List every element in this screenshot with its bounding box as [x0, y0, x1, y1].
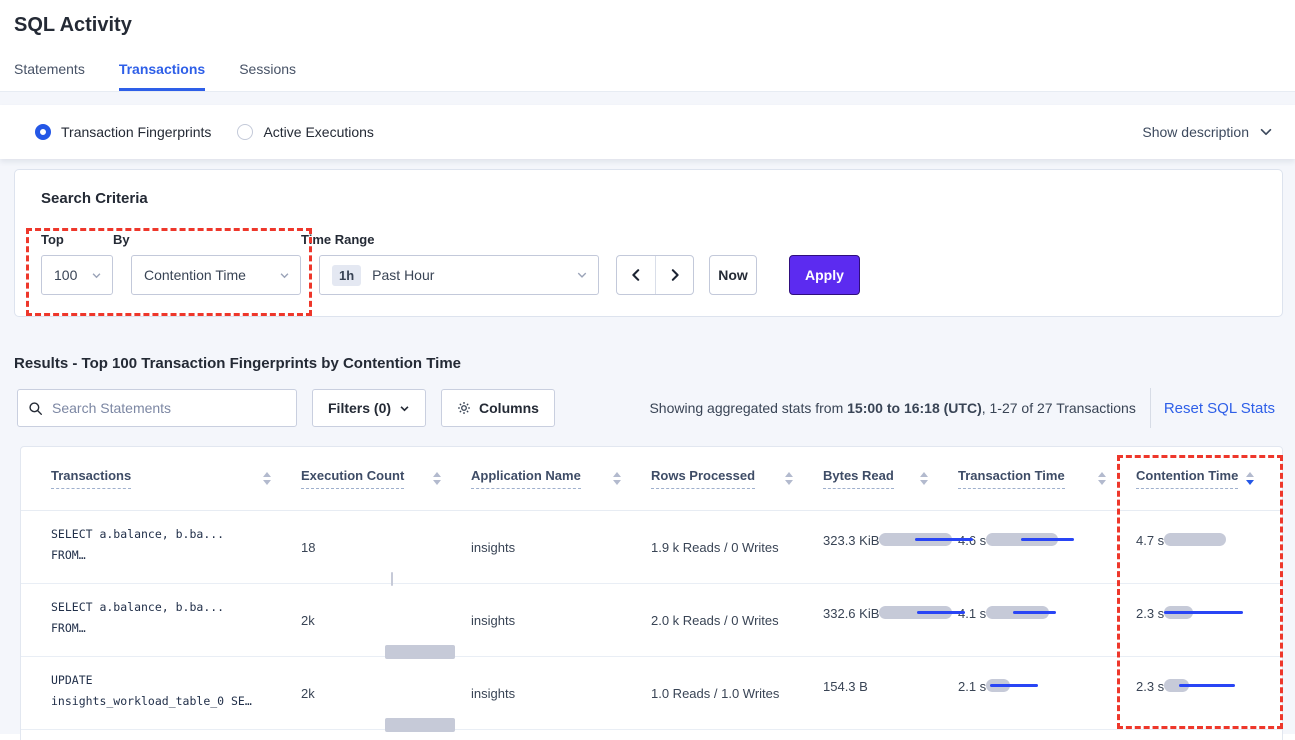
table-row: UPDATEinsights_workload_table_0 SE… 2k i… — [21, 657, 1282, 730]
by-select[interactable]: Contention Time — [131, 255, 301, 295]
now-button[interactable]: Now — [709, 255, 757, 295]
time-range-field: Time Range 1h Past Hour — [301, 232, 599, 295]
transaction-fingerprint-link[interactable]: UPDATEinsights_workload_table_0 SE… — [51, 657, 301, 729]
sort-icon[interactable] — [613, 472, 621, 485]
tab-bar: Statements Transactions Sessions — [0, 61, 1295, 92]
search-criteria-panel: Search Criteria Top 100 By Contention Ti… — [14, 169, 1283, 317]
by-field: By Contention Time — [113, 232, 301, 295]
sort-icon[interactable] — [433, 472, 441, 485]
tab-sessions[interactable]: Sessions — [239, 61, 296, 91]
bytes-read-cell: 323.3 KiB — [823, 511, 958, 583]
results-heading: Results - Top 100 Transaction Fingerprin… — [14, 355, 1295, 372]
apply-button[interactable]: Apply — [789, 255, 860, 295]
time-range-badge: 1h — [332, 265, 361, 286]
contention-time-cell: 4.7 s — [1136, 511, 1283, 583]
show-description-toggle[interactable]: Show description — [1142, 124, 1273, 140]
aggregated-stats-text: Showing aggregated stats from 15:00 to 1… — [649, 400, 1135, 416]
search-criteria-title: Search Criteria — [41, 190, 1256, 207]
radio-active-executions[interactable]: Active Executions — [237, 124, 374, 140]
column-header-transaction-time[interactable]: Transaction Time — [958, 468, 1136, 489]
table-row: SELECT a.balance, b.ba...FROM… 2k insigh… — [21, 584, 1282, 657]
reset-sql-stats-link[interactable]: Reset SQL Stats — [1164, 400, 1283, 417]
view-radio-group: Transaction Fingerprints Active Executio… — [35, 124, 374, 140]
contention-time-cell: 2.3 s — [1136, 584, 1283, 656]
rows-processed-cell: 1.0 Reads / 1.0 Writes — [651, 657, 823, 729]
top-select[interactable]: 100 — [41, 255, 113, 295]
execution-count-cell: 18 — [301, 511, 471, 583]
top-label: Top — [41, 232, 113, 247]
gear-icon — [457, 401, 471, 415]
chevron-down-icon — [576, 269, 588, 281]
transaction-time-cell: 2.1 s — [958, 657, 1136, 729]
rows-processed-cell: 2.0 k Reads / 0 Writes — [651, 584, 823, 656]
view-toggle-bar: Transaction Fingerprints Active Executio… — [0, 105, 1295, 159]
transaction-time-cell: 4.6 s — [958, 511, 1136, 583]
top-field: Top 100 — [41, 232, 113, 295]
previous-time-button[interactable] — [617, 256, 655, 294]
sort-icon[interactable] — [263, 472, 271, 485]
columns-button-label: Columns — [479, 400, 539, 416]
content-area: Transaction Fingerprints Active Executio… — [0, 92, 1295, 734]
filters-button[interactable]: Filters (0) — [312, 389, 426, 427]
search-statements-input[interactable] — [52, 400, 286, 416]
chevron-down-icon — [91, 270, 102, 281]
top-select-value: 100 — [54, 267, 77, 283]
column-header-execution-count[interactable]: Execution Count — [301, 468, 471, 489]
time-range-select[interactable]: 1h Past Hour — [319, 255, 599, 295]
execution-count-cell: 2k — [301, 584, 471, 656]
by-select-value: Contention Time — [144, 267, 246, 283]
transaction-time-cell: 4.1 s — [958, 584, 1136, 656]
tab-statements[interactable]: Statements — [14, 61, 85, 91]
execution-count-bar — [385, 718, 515, 731]
execution-count-cell: 2k — [301, 657, 471, 729]
transaction-fingerprint-link[interactable]: SELECT a.balance, b.ba...FROM… — [51, 511, 301, 583]
radio-label: Active Executions — [263, 124, 374, 140]
filters-button-label: Filters (0) — [328, 400, 391, 416]
table-row: SELECT a.balance, b.ba...FROM… 18 insigh… — [21, 511, 1282, 584]
contention-time-cell: 2.3 s — [1136, 657, 1283, 729]
search-icon — [28, 401, 43, 416]
transaction-fingerprint-link[interactable]: SELECT a.balance, b.ba...FROM… — [51, 584, 301, 656]
show-description-label: Show description — [1142, 124, 1249, 140]
tab-transactions[interactable]: Transactions — [119, 61, 205, 91]
column-header-bytes-read[interactable]: Bytes Read — [823, 468, 958, 489]
radio-label: Transaction Fingerprints — [61, 124, 211, 140]
sort-icon[interactable] — [1098, 472, 1106, 485]
sort-icon-active-desc[interactable] — [1246, 472, 1254, 485]
stats-time-range: 15:00 to 16:18 (UTC) — [847, 400, 982, 416]
search-statements-box[interactable] — [17, 389, 297, 427]
sort-icon[interactable] — [785, 472, 793, 485]
chevron-down-icon — [1259, 125, 1273, 139]
column-header-rows-processed[interactable]: Rows Processed — [651, 468, 823, 489]
results-toolbar: Filters (0) Columns Showing aggregated s… — [17, 388, 1283, 428]
transactions-table: Transactions Execution Count Application… — [20, 446, 1283, 740]
radio-unselected-icon[interactable] — [237, 124, 253, 140]
by-label: By — [113, 232, 301, 247]
time-step-buttons — [616, 255, 694, 295]
page-header: SQL Activity — [0, 0, 1295, 37]
time-range-value: Past Hour — [372, 267, 434, 283]
page-title: SQL Activity — [14, 14, 1279, 37]
column-header-contention-time[interactable]: Contention Time — [1136, 468, 1283, 489]
columns-button[interactable]: Columns — [441, 389, 555, 427]
rows-processed-cell: 1.9 k Reads / 0 Writes — [651, 511, 823, 583]
chevron-down-icon — [279, 270, 290, 281]
table-header-row: Transactions Execution Count Application… — [21, 447, 1282, 511]
sort-icon[interactable] — [920, 472, 928, 485]
bytes-read-cell: 332.6 KiB — [823, 584, 958, 656]
column-header-transactions[interactable]: Transactions — [51, 468, 301, 489]
toolbar-divider — [1150, 388, 1151, 428]
radio-selected-icon[interactable] — [35, 124, 51, 140]
radio-transaction-fingerprints[interactable]: Transaction Fingerprints — [35, 124, 211, 140]
bytes-read-cell: 154.3 B — [823, 657, 958, 729]
next-time-button[interactable] — [655, 256, 693, 294]
chevron-down-icon — [399, 403, 410, 414]
time-range-label: Time Range — [301, 232, 599, 247]
column-header-application-name[interactable]: Application Name — [471, 468, 651, 489]
